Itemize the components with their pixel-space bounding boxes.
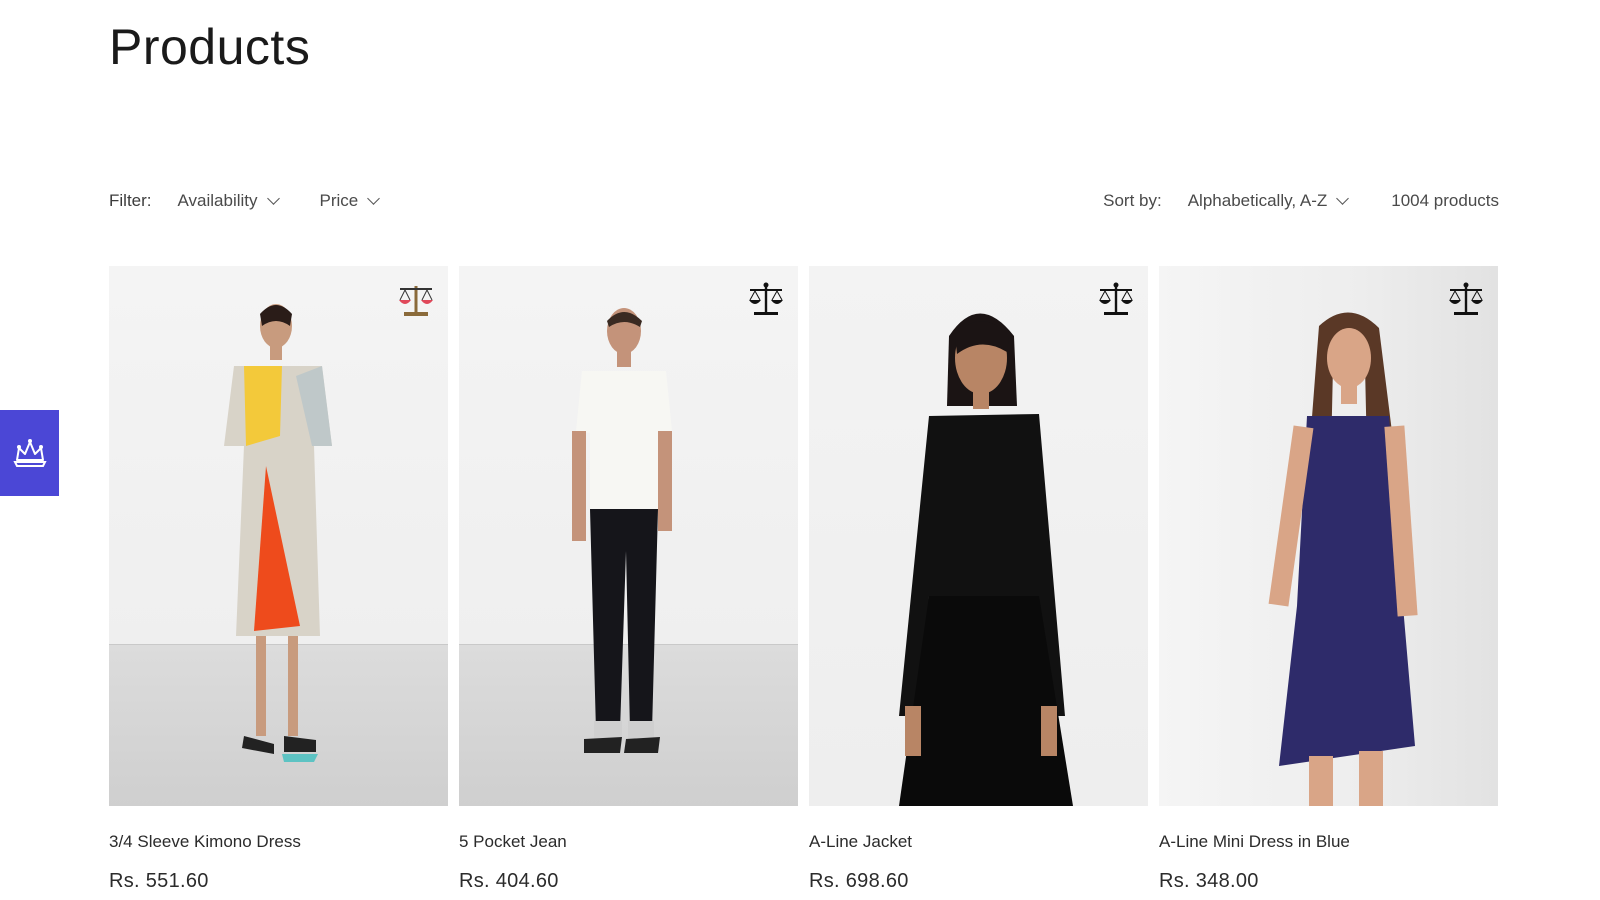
compare-scale-icon[interactable] [396,280,436,320]
side-widget-button[interactable] [0,410,59,496]
compare-scale-icon[interactable] [1096,280,1136,320]
sort-select[interactable]: Alphabetically, A-Z [1187,191,1350,211]
model-figure [224,304,332,762]
filter-label: Filter: [109,191,152,210]
chevron-down-icon [367,192,381,205]
model-figure [572,308,672,753]
product-title[interactable]: A-Line Mini Dress in Blue [1159,832,1498,852]
chevron-down-icon [1336,192,1350,205]
sort-value: Alphabetically, A-Z [1187,191,1328,210]
compare-scale-icon[interactable] [1446,280,1486,320]
product-price: Rs. 404.60 [459,870,559,892]
price-filter-label: Price [319,191,359,210]
availability-filter-button[interactable]: Availability [177,191,280,211]
crown-icon [12,439,47,467]
product-price: Rs. 551.60 [109,870,209,892]
product-grid: 3/4 Sleeve Kimono Dress Rs. 551.60 5 Poc… [109,266,1499,893]
page-title: Products [109,19,311,75]
sort-group: Sort by: Alphabetically, A-Z 1004 produc… [1103,191,1499,211]
price-filter-button[interactable]: Price [319,191,381,211]
product-title[interactable]: A-Line Jacket [809,832,1148,852]
model-figure [1268,312,1418,806]
product-image[interactable] [459,266,798,806]
product-title[interactable]: 5 Pocket Jean [459,832,798,852]
product-title[interactable]: 3/4 Sleeve Kimono Dress [109,832,448,852]
chevron-down-icon [266,192,280,205]
compare-scale-icon[interactable] [746,280,786,320]
sort-label: Sort by: [1103,191,1162,210]
availability-filter-label: Availability [177,191,258,210]
product-price: Rs. 348.00 [1159,870,1259,892]
product-image[interactable] [809,266,1148,806]
product-image[interactable] [109,266,448,806]
product-image[interactable] [1159,266,1498,806]
product-card[interactable]: A-Line Mini Dress in Blue Rs. 348.00 [1159,266,1498,893]
filter-sort-bar: Filter: Availability Price Sort by: Alph… [109,183,1499,219]
product-card[interactable]: A-Line Jacket Rs. 698.60 [809,266,1148,893]
product-count: 1004 products [1391,191,1499,210]
product-card[interactable]: 3/4 Sleeve Kimono Dress Rs. 551.60 [109,266,448,893]
model-figure [899,313,1073,806]
product-card[interactable]: 5 Pocket Jean Rs. 404.60 [459,266,798,893]
product-price: Rs. 698.60 [809,870,909,892]
